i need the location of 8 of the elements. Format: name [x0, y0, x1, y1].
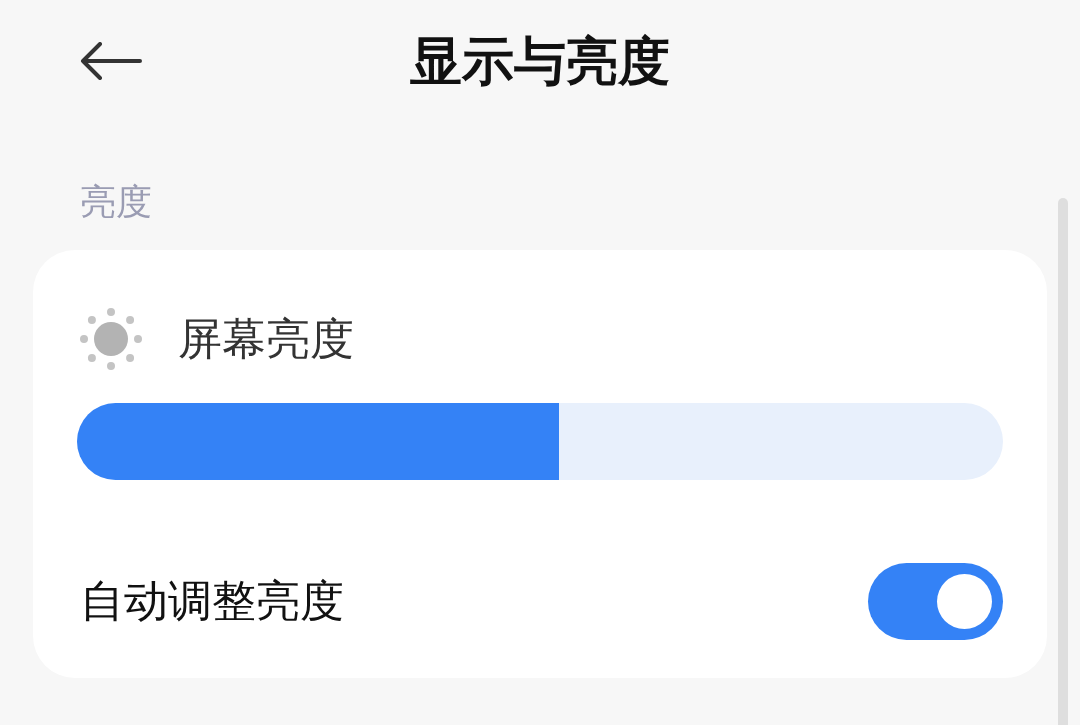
back-arrow-icon	[80, 42, 142, 80]
brightness-label: 屏幕亮度	[178, 312, 354, 366]
page-title: 显示与亮度	[410, 29, 670, 93]
sun-icon	[80, 308, 142, 371]
section-label: 亮度	[80, 180, 153, 224]
auto-brightness-label: 自动调整亮度	[80, 575, 344, 629]
brightness-slider-fill[interactable]	[77, 403, 559, 481]
back-button[interactable]	[78, 40, 144, 82]
